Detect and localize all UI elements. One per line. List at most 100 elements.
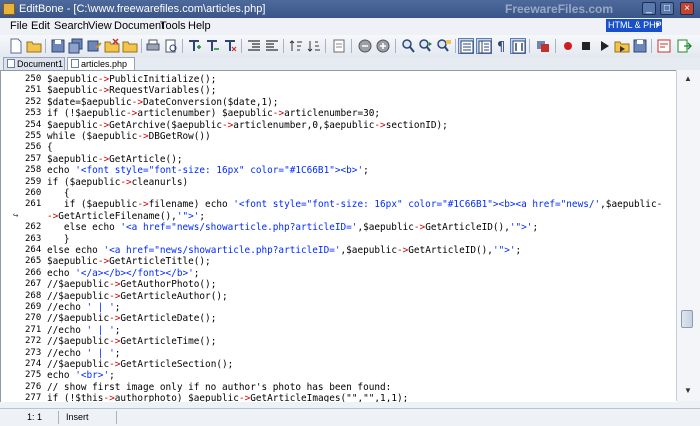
- code-line[interactable]: 274//$aepublic->GetArticleSection();: [1, 359, 677, 370]
- record-macro-icon[interactable]: [560, 38, 576, 54]
- code-line[interactable]: 268//$aepublic->GetArticleAuthor();: [1, 291, 677, 302]
- code-line[interactable]: 258 echo '<font style="font-size: 16px" c…: [1, 165, 677, 176]
- title-bar[interactable]: EditBone - [C:\www.freewarefiles.com\art…: [0, 0, 700, 18]
- folder-icon[interactable]: [122, 38, 138, 54]
- stop-macro-icon[interactable]: [578, 38, 594, 54]
- code-line[interactable]: 257 $aepublic->GetArticle();: [1, 154, 677, 165]
- print-preview-icon[interactable]: [163, 38, 179, 54]
- code-line[interactable]: 254 $aepublic->GetArchive($aepublic->arti…: [1, 120, 677, 131]
- toolbar-separator: [241, 39, 242, 53]
- insert-table-icon[interactable]: [204, 38, 220, 54]
- code-text: if (!$aepublic->articlenumber) $aepublic…: [47, 108, 381, 120]
- menu-view[interactable]: View: [88, 20, 112, 32]
- code-line[interactable]: 259 if ($aepublic->cleanurls): [1, 177, 677, 188]
- code-line[interactable]: ↪ ->GetArticleFilename(),'">';: [1, 211, 677, 222]
- code-line[interactable]: 271//echo ' | ';: [1, 325, 677, 336]
- code-text: echo '<font style="font-size: 16px" colo…: [47, 165, 369, 177]
- code-editor[interactable]: 250 $aepublic->PublicInitialize(); 251 $aep…: [0, 70, 677, 402]
- play-macro-icon[interactable]: [596, 38, 612, 54]
- print-icon[interactable]: [145, 38, 161, 54]
- code-line[interactable]: 276// show first image only if no author…: [1, 382, 677, 393]
- toggle-case-icon[interactable]: [535, 38, 551, 54]
- close-file-icon[interactable]: [104, 38, 120, 54]
- insert-tag-icon[interactable]: [186, 38, 202, 54]
- special-chars-icon[interactable]: ¶: [494, 38, 510, 54]
- code-line[interactable]: 262 else echo '<a href="news/showarticle…: [1, 222, 677, 233]
- toolbar-separator: [395, 39, 396, 53]
- menu-file[interactable]: File: [10, 20, 28, 32]
- tab-articles-php[interactable]: articles.php: [67, 57, 135, 70]
- code-text: //echo ' | ';: [47, 347, 121, 359]
- cursor-position: 1: 1: [27, 412, 43, 422]
- code-line[interactable]: 273//echo ' | ';: [1, 348, 677, 359]
- undo-icon[interactable]: [357, 38, 373, 54]
- line-numbers-icon[interactable]: [458, 38, 474, 54]
- menu-help[interactable]: Help: [188, 20, 211, 32]
- svg-text:¶: ¶: [497, 40, 505, 54]
- scroll-up-icon[interactable]: ▲: [681, 72, 695, 86]
- vertical-scrollbar[interactable]: ▲ ▼: [676, 70, 700, 401]
- toolbar-separator: [325, 39, 326, 53]
- code-line[interactable]: 250 $aepublic->PublicInitialize();: [1, 74, 677, 85]
- insert-link-icon[interactable]: [222, 38, 238, 54]
- toolbar-separator: [455, 39, 456, 53]
- close-button[interactable]: ×: [680, 2, 694, 15]
- compare-icon[interactable]: [331, 38, 347, 54]
- menu-edit[interactable]: Edit: [31, 20, 50, 32]
- code-line[interactable]: 266 echo '</a></b></font></b>';: [1, 268, 677, 279]
- editbone-window: EditBone - [C:\www.freewarefiles.com\art…: [0, 0, 700, 426]
- code-line[interactable]: 251 $aepublic->RequestVariables();: [1, 85, 677, 96]
- code-line[interactable]: 256{: [1, 142, 677, 153]
- open-folder-icon[interactable]: [26, 38, 42, 54]
- code-line[interactable]: 255 while ($aepublic->DBGetRow()): [1, 131, 677, 142]
- code-line[interactable]: 267//$aepublic->GetAuthorPhoto();: [1, 279, 677, 290]
- toolbar-separator: [182, 39, 183, 53]
- code-line[interactable]: 277 if (!$this->authorphoto) $aepublic->G…: [1, 393, 677, 402]
- maximize-button[interactable]: □: [660, 2, 674, 15]
- save-as-icon[interactable]: [86, 38, 102, 54]
- code-line[interactable]: 265 $aepublic->GetArticleTitle();: [1, 256, 677, 267]
- menu-tools[interactable]: Tools: [160, 20, 186, 32]
- code-line[interactable]: 264 else echo '<a href="news/showarticle.…: [1, 245, 677, 256]
- search-icon[interactable]: [400, 38, 416, 54]
- save-icon[interactable]: [50, 38, 66, 54]
- scroll-down-icon[interactable]: ▼: [681, 384, 695, 398]
- code-text: while ($aepublic->DBGetRow()): [47, 131, 211, 142]
- gutter-icon[interactable]: [476, 38, 492, 54]
- sort-descending-icon[interactable]: [306, 38, 322, 54]
- outdent-icon[interactable]: [264, 38, 280, 54]
- redo-icon[interactable]: [375, 38, 391, 54]
- word-wrap-icon[interactable]: [510, 38, 526, 54]
- tab-document1[interactable]: Document1: [3, 57, 65, 70]
- code-line[interactable]: 253 if (!$aepublic->articlenumber) $aepub…: [1, 108, 677, 119]
- code-line[interactable]: 261 if ($aepublic->filename) echo '<font…: [1, 199, 677, 210]
- scroll-thumb[interactable]: [681, 310, 693, 328]
- code-line[interactable]: 269//echo ' | ';: [1, 302, 677, 313]
- code-line[interactable]: 270//$aepublic->GetArticleDate();: [1, 313, 677, 324]
- tab-label: Document1: [17, 59, 64, 69]
- language-select[interactable]: HTML & PHP ▼: [606, 19, 662, 32]
- sort-ascending-icon[interactable]: [288, 38, 304, 54]
- search-next-icon[interactable]: [418, 38, 434, 54]
- code-line[interactable]: 260 {: [1, 188, 677, 199]
- save-macro-icon[interactable]: [632, 38, 648, 54]
- code-line[interactable]: 275 echo '<br>';: [1, 370, 677, 381]
- editbone-app-icon[interactable]: [3, 3, 15, 15]
- menu-document[interactable]: Document: [114, 20, 164, 32]
- file-icon: [7, 59, 15, 68]
- new-document-icon[interactable]: [8, 38, 24, 54]
- save-all-icon[interactable]: [68, 38, 84, 54]
- code-line[interactable]: 272//$aepublic->GetArticleTime();: [1, 336, 677, 347]
- code-line[interactable]: 252 $date=$aepublic->DateConversion($date…: [1, 97, 677, 108]
- code-text: $aepublic->PublicInitialize();: [47, 74, 217, 85]
- exit-icon[interactable]: [676, 38, 692, 54]
- code-text: $aepublic->GetArticleTitle();: [47, 256, 211, 268]
- menu-search[interactable]: Search: [54, 20, 89, 32]
- open-macro-icon[interactable]: [614, 38, 630, 54]
- replace-icon[interactable]: [436, 38, 452, 54]
- code-line[interactable]: 263 }: [1, 234, 677, 245]
- indent-icon[interactable]: [246, 38, 262, 54]
- code-text: echo '</a></b></font></b>';: [47, 267, 200, 279]
- options-icon[interactable]: [656, 38, 672, 54]
- minimize-button[interactable]: _: [642, 2, 656, 15]
